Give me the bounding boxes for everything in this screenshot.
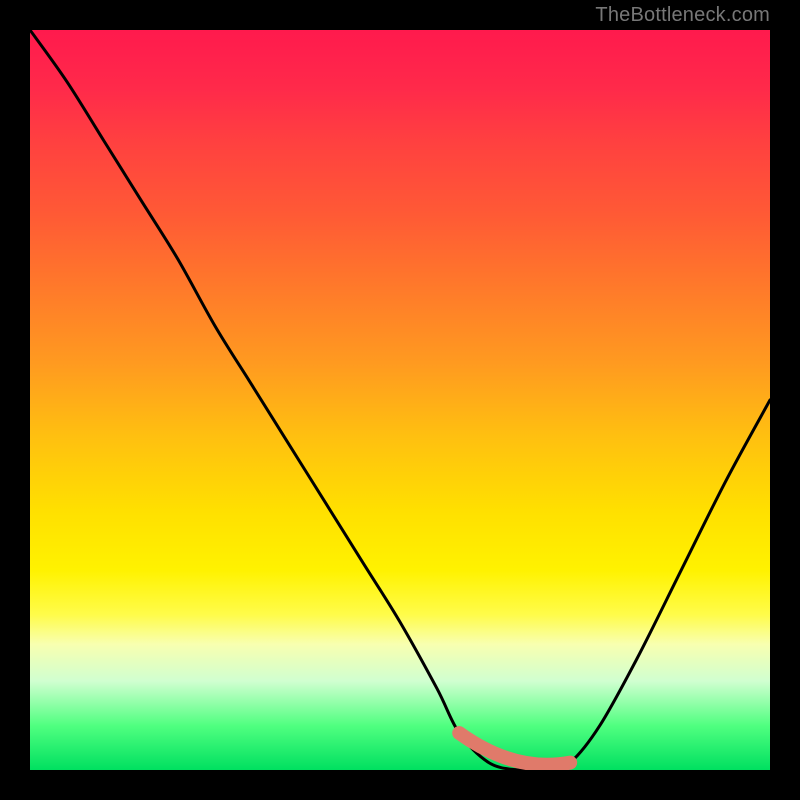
optimal-range-marker — [459, 733, 570, 765]
chart-container: TheBottleneck.com — [0, 0, 800, 800]
curve-svg — [30, 30, 770, 770]
plot-area — [30, 30, 770, 770]
bottleneck-curve — [30, 30, 770, 770]
watermark-text: TheBottleneck.com — [595, 4, 770, 27]
